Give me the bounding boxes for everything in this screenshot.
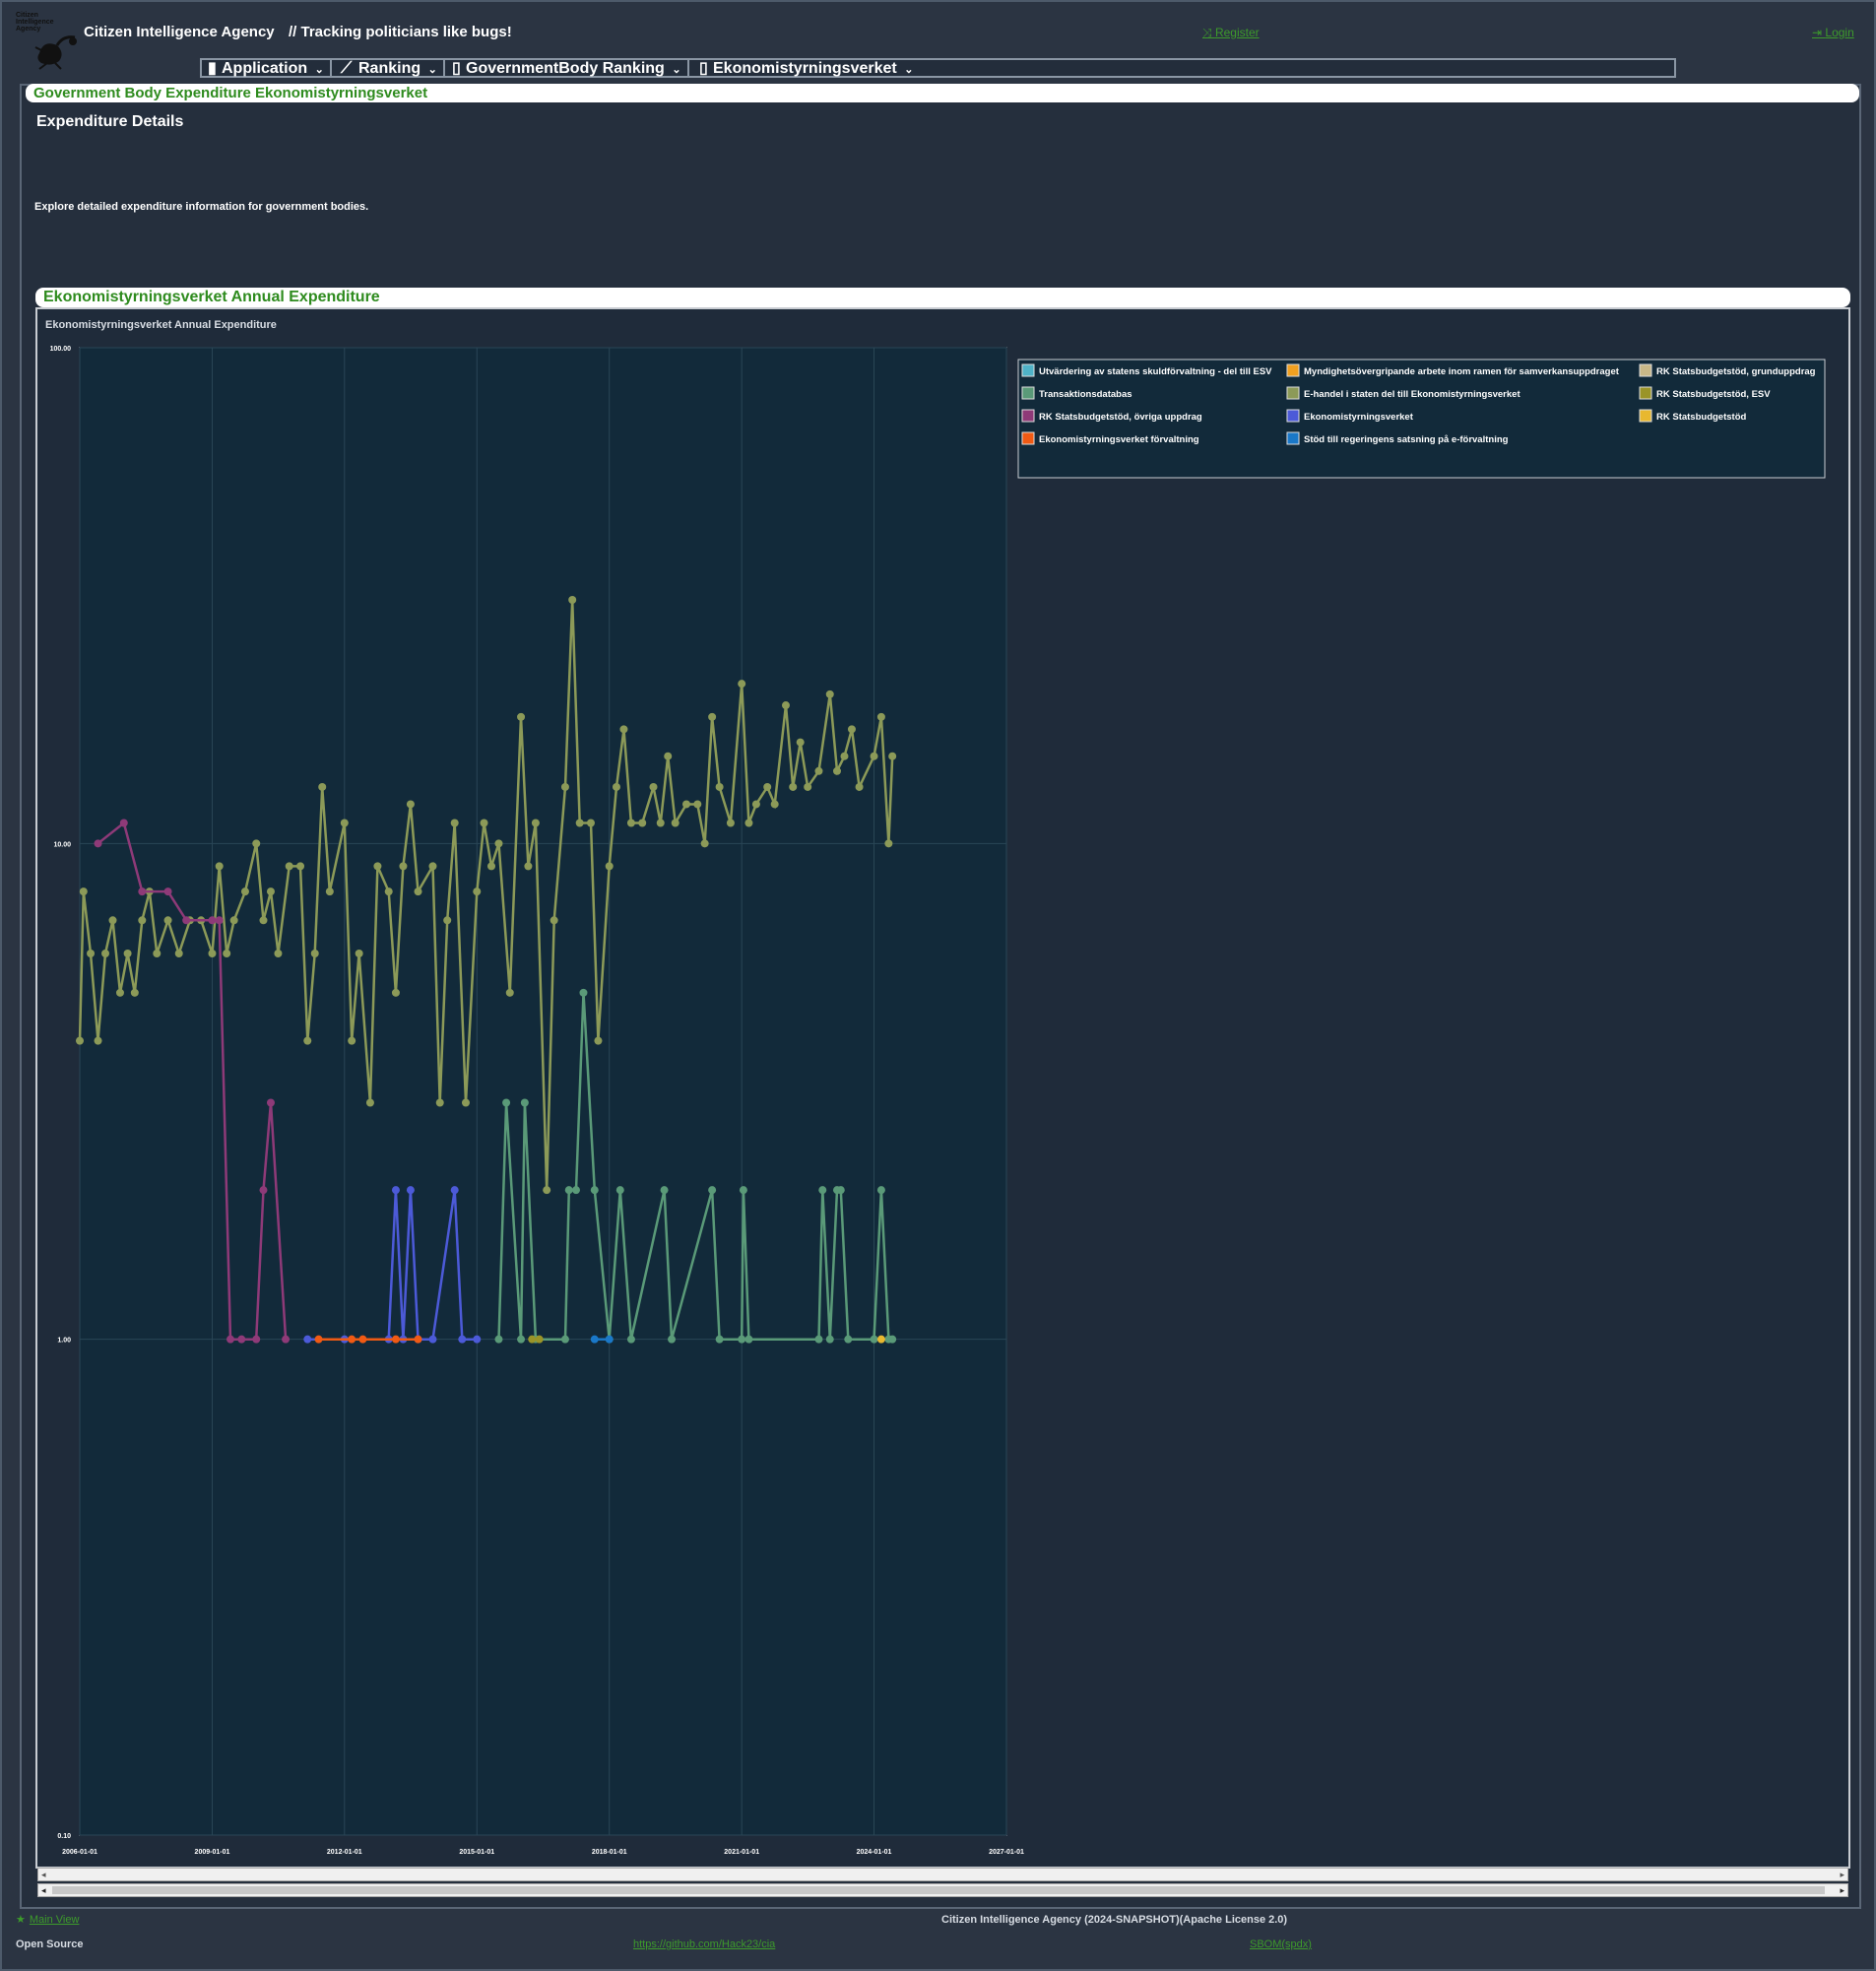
chevron-down-icon: ⌄ [669,64,681,76]
chart-panel [35,307,1850,1869]
github-link[interactable]: https://github.com/Hack23/cia [633,1938,775,1950]
register-link[interactable]: ⤨ Register [1202,26,1260,40]
top-bar: Citizen Intelligence Agency Citizen Inte… [0,0,1876,70]
sbom-link[interactable]: SBOM(spdx) [1250,1938,1312,1950]
horizontal-scrollbar[interactable]: ◂ ▸ [37,1883,1848,1897]
building-icon: ▯ [452,60,461,77]
menu-item-application[interactable]: ▮ Application ⌄ [208,60,332,77]
menu-item-governmentbody-ranking[interactable]: ▯ GovernmentBody Ranking ⌄ [452,60,689,77]
shuffle-icon: ⤨ [1202,26,1215,39]
star-icon: ★ [16,1914,26,1926]
app-tagline: // Tracking politicians like bugs! [289,24,512,40]
scrollbar-thumb[interactable] [52,1886,1825,1894]
chevron-down-icon: ⌄ [311,64,324,76]
chart-title: Ekonomistyrningsverket Annual Expenditur… [45,319,277,331]
login-link[interactable]: ⇥ Login [1812,26,1854,39]
app-title: Citizen Intelligence Agency // Tracking … [84,24,512,40]
chevron-down-icon: ⌄ [901,64,914,76]
page-heading: Government Body Expenditure Ekonomistyrn… [26,84,1859,102]
app-name: Citizen Intelligence Agency [84,24,275,40]
building-icon: ▯ [699,60,708,77]
scroll-left-icon[interactable]: ◂ [41,1869,46,1880]
chevron-down-icon: ⌄ [424,64,437,76]
menu-item-ranking[interactable]: ⟋ Ranking ⌄ [341,60,445,77]
sign-in-icon: ⇥ [1812,26,1826,39]
page-description: Explore detailed expenditure information… [34,201,369,213]
scroll-right-icon[interactable]: ▸ [1840,1884,1844,1896]
menu-bar: ▮ Application ⌄ ⟋ Ranking ⌄ ▯ GovernmentBod… [200,58,1676,78]
scroll-right-icon[interactable]: ▸ [1840,1869,1844,1880]
server-icon: ▮ [208,60,217,77]
section-title: Expenditure Details [36,113,184,130]
scroll-left-icon[interactable]: ◂ [41,1884,46,1896]
logo-text: Citizen Intelligence Agency [16,12,54,33]
menu-item-ekonomistyrningsverket[interactable]: ▯ Ekonomistyrningsverket ⌄ [699,60,919,77]
open-source-label: Open Source [16,1938,84,1950]
license-text: Citizen Intelligence Agency (2024-SNAPSH… [941,1914,1288,1926]
chart-section-heading: Ekonomistyrningsverket Annual Expenditur… [35,288,1850,307]
inner-scrollbar[interactable]: ◂ ▸ [37,1868,1848,1881]
line-chart-icon: ⟋ [341,60,353,77]
logo[interactable]: Citizen Intelligence Agency [14,10,79,73]
main-view-link[interactable]: ★ Main View [16,1913,79,1926]
